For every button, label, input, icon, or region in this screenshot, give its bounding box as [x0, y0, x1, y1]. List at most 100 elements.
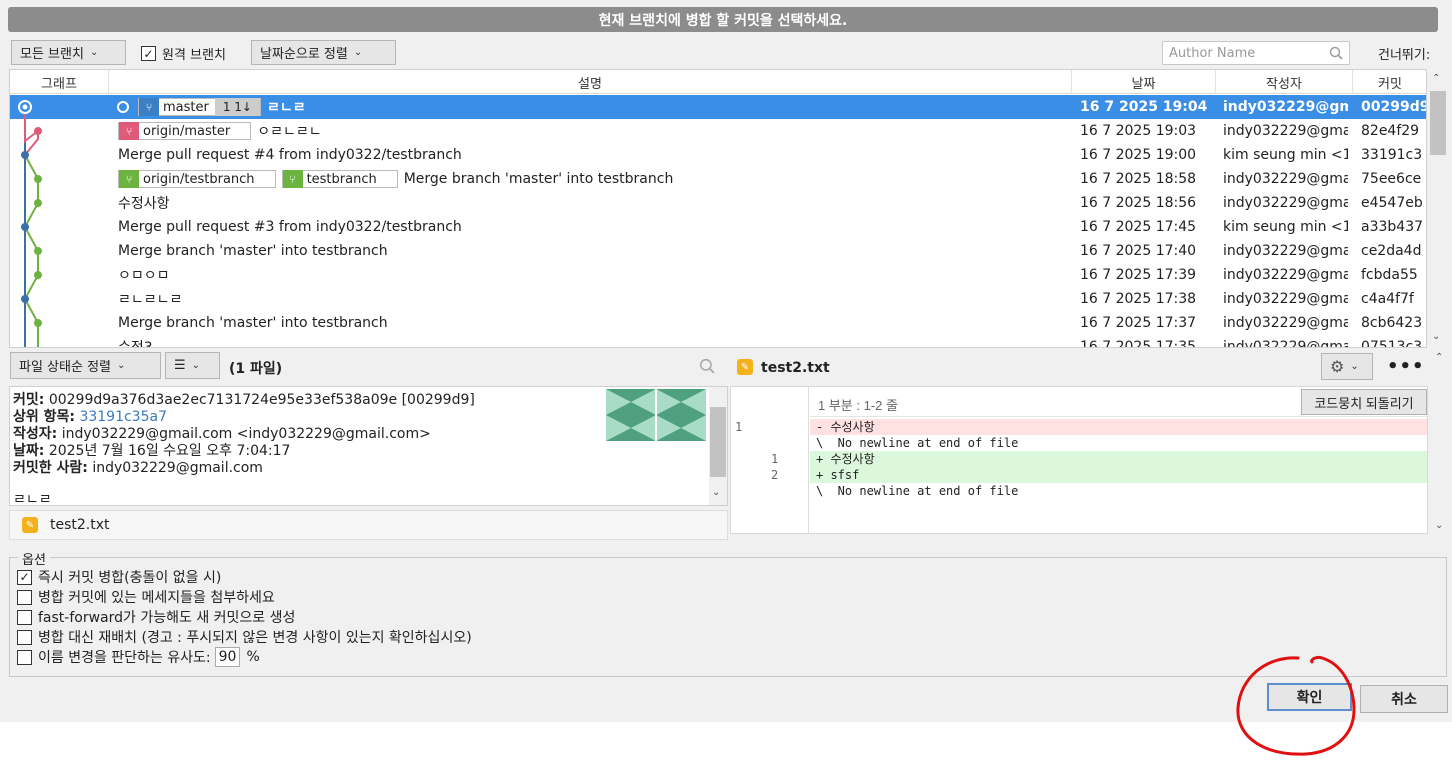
committer-value: indy032229@gmail.com: [92, 460, 263, 476]
remote-branch-checkbox[interactable]: ✓ 원격 브랜치: [141, 44, 226, 63]
commit-message: ㄹㄴㄹㄴㄹ: [118, 292, 183, 308]
detail-scrollbar[interactable]: ⌄: [709, 387, 727, 505]
commit-author: indy032229@gma: [1223, 267, 1348, 283]
table-row[interactable]: ㅇㅁㅇㅁ 16 7 2025 17:39 indy032229@gma fcbda55: [10, 263, 1426, 287]
branch-tag-label: origin/testbranch: [143, 171, 255, 187]
option-checkbox-1[interactable]: ✓ 즉시 커밋 병합(충돌이 없을 시): [17, 567, 221, 587]
branch-tag-label: master: [163, 99, 209, 115]
commit-date: 16 7 2025 17:38: [1080, 291, 1197, 307]
option-label: 즉시 커밋 병합(충돌이 없을 시): [38, 570, 222, 586]
cancel-button[interactable]: 취소: [1360, 685, 1448, 713]
option-label: 이름 변경을 판단하는 유사도:: [38, 650, 211, 666]
branch-tag[interactable]: ⑂ origin/master: [118, 122, 252, 140]
commit-message: ㄹㄴㄹ: [13, 492, 52, 506]
column-header-description[interactable]: 설명: [109, 70, 1072, 94]
file-list-item[interactable]: ✎ test2.txt: [9, 510, 728, 540]
new-line-number: 1: [771, 452, 779, 466]
diff-scrollbar[interactable]: ⌃ ⌄: [1430, 352, 1450, 534]
table-row[interactable]: ⑂ master 1 1↓ ㄹㄴㄹ 16 7 2025 19:04 indy032229@…: [10, 95, 1426, 119]
chevron-down-icon: ⌄: [1432, 331, 1441, 342]
commit-date: 16 7 2025 17:37: [1080, 315, 1197, 331]
column-header-date[interactable]: 날짜: [1072, 70, 1216, 94]
file-sort-label: 파일 상태순 정렬: [19, 360, 111, 375]
option-checkbox-4[interactable]: 병합 대신 재배치 (경고 : 푸시되지 않은 변경 사항이 있는지 확인하십시…: [17, 627, 472, 647]
scrollbar-thumb[interactable]: [1430, 91, 1446, 155]
diff-settings-button[interactable]: ⚙ ⌄: [1321, 353, 1373, 380]
revert-hunk-button[interactable]: 코드뭉치 되돌리기: [1301, 389, 1427, 415]
file-sort-dropdown[interactable]: 파일 상태순 정렬 ⌄: [10, 352, 161, 379]
commit-date: 16 7 2025 18:56: [1080, 195, 1197, 211]
option-checkbox-5[interactable]: 이름 변경을 판단하는 유사도: 90%: [17, 647, 260, 667]
graph-node: [34, 319, 42, 327]
commit-description: 수정사항: [118, 191, 1068, 215]
commit-author: indy032229@gmail.com: [1223, 99, 1348, 115]
option-label: fast-forward가 가능해도 새 커밋으로 생성: [38, 610, 296, 626]
scrollbar-thumb[interactable]: [710, 407, 726, 477]
table-row[interactable]: ㄹㄴㄹㄴㄹ 16 7 2025 17:38 indy032229@gma c4a4f7…: [10, 287, 1426, 311]
similarity-input[interactable]: 90: [214, 647, 241, 667]
diff-file-name: test2.txt: [761, 360, 830, 376]
author-search-input[interactable]: Author Name: [1162, 41, 1350, 65]
chevron-up-icon: ⌃: [1435, 352, 1444, 363]
chevron-down-icon: ⌄: [89, 47, 99, 58]
view-mode-dropdown[interactable]: ☰ ⌄: [165, 352, 220, 379]
similarity-unit: %: [246, 649, 260, 665]
commit-date: 16 7 2025 17:45: [1080, 219, 1197, 235]
column-header-commit[interactable]: 커밋: [1353, 70, 1426, 94]
table-row[interactable]: Merge pull request #3 from indy0322/test…: [10, 215, 1426, 239]
search-icon[interactable]: [699, 358, 715, 374]
commit-author: indy032229@gma: [1223, 315, 1348, 331]
modified-file-icon: ✎: [737, 359, 753, 375]
commit-hash: 82e4f29: [1361, 123, 1420, 139]
option-checkbox-2[interactable]: 병합 커밋에 있는 메세지들을 첨부하세요: [17, 587, 275, 607]
diff-line: - 수성사항: [810, 419, 1427, 435]
more-options-icon[interactable]: •••: [1387, 356, 1425, 377]
commit-description: ⑂ master 1 1↓ ㄹㄴㄹ: [138, 95, 1088, 119]
merge-dialog: 현재 브랜치에 병합 할 커밋을 선택하세요. 모든 브랜치 ⌄ ✓ 원격 브랜…: [0, 0, 1452, 722]
commit-message: ㄹㄴㄹ: [266, 100, 306, 116]
table-row[interactable]: 수정3 16 7 2025 17:35 indy032229@gma 07513c3: [10, 335, 1426, 347]
diff-toolbar: ✎ test2.txt ⚙ ⌄ •••: [730, 352, 1450, 384]
hunk-header: 1 부분 : 1-2 줄 코드뭉치 되돌리기: [810, 387, 1427, 417]
commit-list[interactable]: 그래프 설명 날짜 작성자 커밋 ⑂ master 1 1↓ ㄹㄴㄹ 16 7 2025…: [9, 69, 1427, 348]
commit-hash: fcbda55: [1361, 267, 1418, 283]
table-row[interactable]: ⑂ origin/testbranch ⑂ testbranch Merge branc…: [10, 167, 1426, 191]
branch-icon: ⑂: [139, 98, 159, 116]
commit-list-scrollbar[interactable]: ⌃ ⌄: [1428, 69, 1448, 348]
commit-message: ㅇㄹㄴㄹㄴ: [257, 124, 322, 140]
table-row[interactable]: Merge pull request #4 from indy0322/test…: [10, 143, 1426, 167]
commit-description: Merge pull request #4 from indy0322/test…: [118, 143, 1068, 167]
branch-tag[interactable]: ⑂ testbranch: [281, 170, 398, 188]
file-count: (1 파일): [229, 361, 283, 377]
table-row[interactable]: 수정사항 16 7 2025 18:56 indy032229@gma e4547eb: [10, 191, 1426, 215]
sort-label: 날짜순으로 정렬: [260, 47, 348, 62]
commit-author: indy032229@gma: [1223, 195, 1348, 211]
commit-date: 16 7 2025 19:00: [1080, 147, 1197, 163]
ahead-behind-count: 1 1↓: [214, 98, 260, 116]
sort-dropdown[interactable]: 날짜순으로 정렬 ⌄: [251, 40, 396, 65]
option-checkbox-3[interactable]: fast-forward가 가능해도 새 커밋으로 생성: [17, 607, 295, 627]
commit-description: ⑂ origin/testbranch ⑂ testbranch Merge branc…: [118, 167, 1068, 191]
options-legend: 옵션: [18, 549, 50, 568]
graph-node: [21, 151, 29, 159]
checkbox-box: [17, 649, 32, 665]
dialog-title: 현재 브랜치에 병합 할 커밋을 선택하세요.: [8, 7, 1438, 32]
commit-message: Merge branch 'master' into testbranch: [403, 171, 674, 187]
table-row[interactable]: ⑂ origin/master ㅇㄹㄴㄹㄴ 16 7 2025 19:03 indy03…: [10, 119, 1426, 143]
diff-view: 1 부분 : 1-2 줄 코드뭉치 되돌리기 1- 수성사항 \ No newli…: [730, 386, 1428, 534]
commit-description: Merge pull request #3 from indy0322/test…: [118, 215, 1068, 239]
branch-tag[interactable]: ⑂ origin/testbranch: [118, 170, 276, 188]
branch-tag[interactable]: ⑂ master 1 1↓: [138, 98, 261, 116]
commit-message: Merge branch 'master' into testbranch: [118, 243, 388, 259]
column-header-graph[interactable]: 그래프: [10, 70, 109, 94]
commit-list-header: 그래프 설명 날짜 작성자 커밋: [10, 70, 1426, 94]
branch-icon: ⑂: [119, 170, 139, 188]
commit-hash: a33b437: [1361, 219, 1424, 235]
table-row[interactable]: Merge branch 'master' into testbranch 16 …: [10, 311, 1426, 335]
branch-filter-dropdown[interactable]: 모든 브랜치 ⌄: [11, 40, 126, 65]
table-row[interactable]: Merge branch 'master' into testbranch 16 …: [10, 239, 1426, 263]
column-header-author[interactable]: 작성자: [1216, 70, 1353, 94]
graph-node: [34, 247, 42, 255]
chevron-down-icon: ⌄: [191, 360, 201, 371]
commit-hash: e4547eb: [1361, 195, 1423, 211]
